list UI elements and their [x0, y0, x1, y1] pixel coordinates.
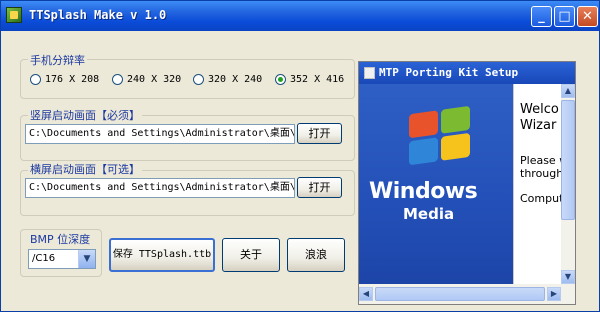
client-area: 手机分辩率 176 X 208 240 X 320 320 X 240 352 …	[4, 31, 596, 309]
windows-flag-icon	[409, 105, 471, 167]
scroll-thumb-h[interactable]	[375, 287, 545, 301]
radio-label: 176 X 208	[45, 74, 100, 85]
preview-banner: Windows Media	[359, 84, 513, 284]
radio-button[interactable]	[112, 74, 123, 85]
portrait-open-button[interactable]: 打开	[297, 123, 342, 144]
preview-title: MTP Porting Kit Setup	[379, 66, 519, 79]
bmp-group-label: BMP 位深度	[28, 231, 93, 247]
vertical-scrollbar[interactable]: ▲ ▼	[561, 84, 575, 284]
title-bar[interactable]: TTSplash Make v 1.0 _ □ ✕	[1, 1, 599, 31]
radio-352x416[interactable]: 352 X 416	[275, 74, 344, 85]
preview-text-area: Welco Wizar Please w through Computi	[513, 84, 568, 284]
window-title: TTSplash Make v 1.0	[29, 8, 167, 22]
radio-button-selected[interactable]	[275, 74, 286, 85]
scroll-left-icon[interactable]: ◀	[359, 287, 373, 301]
radio-label: 240 X 320	[127, 74, 182, 85]
save-ttb-button[interactable]: 保存 TTSplash.ttb	[109, 238, 215, 272]
minimize-button[interactable]: _	[531, 6, 552, 27]
bmp-depth-select[interactable]: /C16 ▼	[28, 249, 96, 269]
brand-sub: Media	[403, 205, 455, 223]
close-button[interactable]: ✕	[577, 6, 598, 27]
radio-label: 352 X 416	[290, 74, 345, 85]
preview-title-bar: MTP Porting Kit Setup	[359, 62, 575, 84]
bmp-depth-value: /C16	[32, 253, 56, 264]
brand-word: Windows	[369, 179, 478, 204]
about-button[interactable]: 关于	[222, 238, 280, 272]
splash-preview: MTP Porting Kit Setup Windows Media Welc…	[358, 61, 576, 305]
radio-320x240[interactable]: 320 X 240	[193, 74, 262, 85]
landscape-group-label: 横屏启动画面【可选】	[28, 161, 142, 177]
radio-240x320[interactable]: 240 X 320	[112, 74, 181, 85]
preview-line: Wizar	[520, 118, 557, 133]
preview-line: Computi	[520, 192, 567, 205]
horizontal-scrollbar[interactable]: ◀ ▶	[359, 284, 575, 304]
radio-button[interactable]	[193, 74, 204, 85]
exit-button[interactable]: 浪浪	[287, 238, 345, 272]
resolution-group-label: 手机分辩率	[28, 52, 87, 68]
main-window: TTSplash Make v 1.0 _ □ ✕ 手机分辩率 176 X 20…	[0, 0, 600, 312]
landscape-open-button[interactable]: 打开	[297, 177, 342, 198]
scroll-thumb[interactable]	[561, 100, 575, 220]
scroll-right-icon[interactable]: ▶	[547, 287, 561, 301]
radio-label: 320 X 240	[208, 74, 263, 85]
radio-176x208[interactable]: 176 X 208	[30, 74, 99, 85]
setup-icon	[364, 67, 375, 79]
portrait-group-label: 竖屏启动画面【必须】	[28, 107, 142, 123]
chevron-down-icon[interactable]: ▼	[78, 250, 95, 268]
scroll-down-icon[interactable]: ▼	[561, 270, 575, 284]
app-icon	[6, 7, 22, 23]
radio-button[interactable]	[30, 74, 41, 85]
maximize-button[interactable]: □	[554, 6, 575, 27]
portrait-path-field[interactable]: C:\Documents and Settings\Administrator\…	[25, 124, 295, 144]
scroll-up-icon[interactable]: ▲	[561, 84, 575, 98]
preview-line: through	[520, 167, 564, 180]
preview-line: Welco	[520, 102, 559, 117]
landscape-path-field[interactable]: C:\Documents and Settings\Administrator\…	[25, 178, 295, 198]
